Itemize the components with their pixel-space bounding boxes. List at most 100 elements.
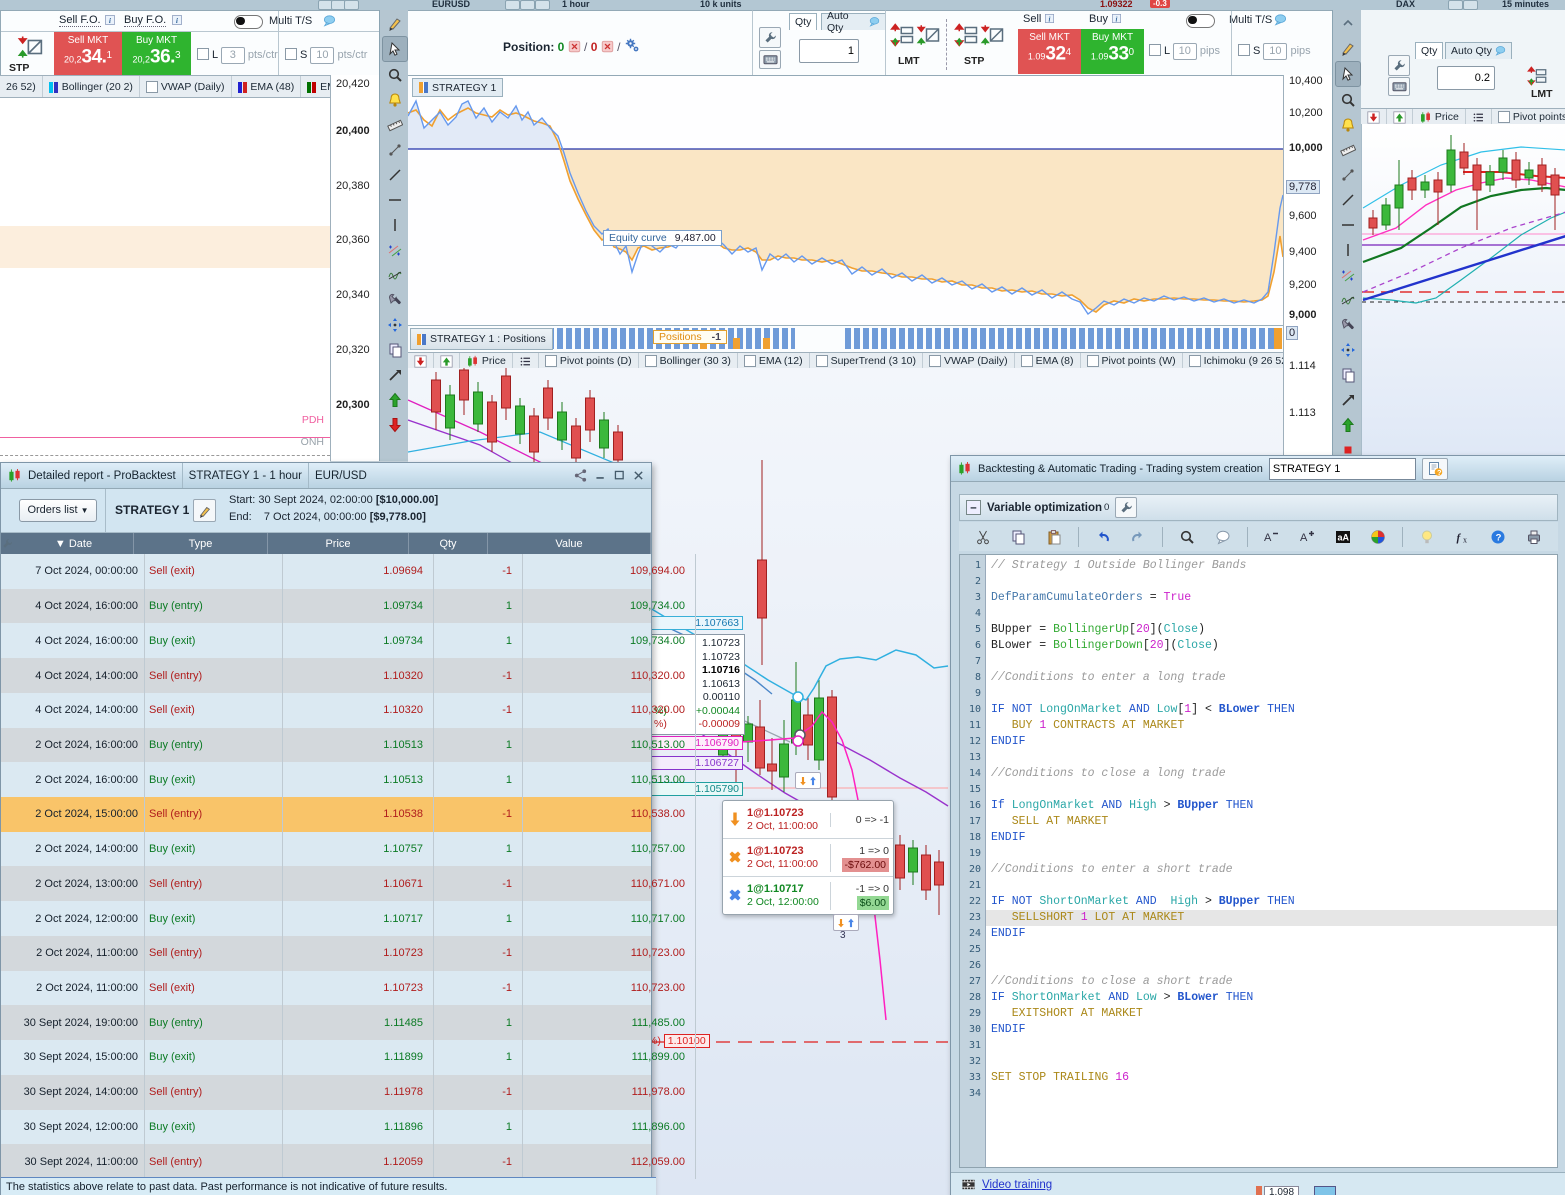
report-table-header[interactable]: ▼ Date Type Price Qty Value — [1, 533, 651, 554]
strategy-name-input[interactable] — [1268, 457, 1416, 480]
close-icon[interactable] — [632, 469, 645, 483]
magnify-icon[interactable] — [383, 63, 407, 87]
trade-marker[interactable] — [795, 772, 821, 789]
positions-strip[interactable]: STRATEGY 1 : Positions Positions -1 — [408, 325, 1283, 354]
window-close-icon[interactable] — [344, 0, 359, 10]
move-icon[interactable] — [383, 313, 407, 337]
limit-order-icon[interactable] — [890, 23, 914, 48]
channel-icon[interactable] — [383, 238, 407, 262]
help-icon[interactable]: ? — [1487, 526, 1509, 548]
code-line[interactable] — [986, 606, 1557, 622]
price-legend[interactable]: Price — [1413, 109, 1466, 125]
info-icon[interactable]: i — [1044, 13, 1055, 25]
cursor-icon[interactable] — [1334, 61, 1361, 87]
indicator-checkbox[interactable] — [644, 355, 657, 367]
segment-icon[interactable] — [1336, 163, 1360, 187]
strategy-tab[interactable]: STRATEGY 1 — [412, 78, 504, 97]
scroll-up-icon[interactable] — [434, 353, 460, 369]
table-row[interactable]: 2 Oct 2024, 15:00:00 Sell (entry) 1.10538-… — [1, 797, 696, 832]
indicator-checkbox[interactable] — [743, 355, 756, 367]
code-line[interactable]: //Conditions to close a short trade — [986, 974, 1557, 990]
fontplus-icon[interactable]: A — [1296, 526, 1318, 548]
column-header-date[interactable]: ▼ Date — [14, 533, 134, 554]
arrowne-icon[interactable] — [1336, 388, 1360, 412]
help-doc-icon[interactable]: ? — [1421, 457, 1448, 480]
code-line[interactable]: If LongOnMarket AND High > BUpper THEN — [986, 798, 1557, 814]
code-line[interactable]: IF NOT LongOnMarket AND Low[1] < BLower … — [986, 702, 1557, 718]
code-line[interactable]: EXITSHORT AT MARKET — [986, 1006, 1557, 1022]
indicator-item[interactable]: EMA — [301, 76, 330, 98]
table-row[interactable]: 7 Oct 2024, 00:00:00 Sell (exit) 1.09694 -1… — [1, 554, 696, 589]
video-training-link[interactable]: Video training — [982, 1179, 1052, 1191]
table-row[interactable]: 4 Oct 2024, 14:00:00 Sell (entry) 1.10320-… — [1, 658, 696, 693]
code-editor[interactable]: 1 2 3 4 5 6 7 8 9 10 11 12 13 14 15 16 17 18 19 20 21 22 23 24 2… — [959, 554, 1558, 1168]
ruler-icon[interactable] — [383, 113, 407, 137]
info-icon[interactable]: i — [171, 14, 183, 27]
copydoc-icon[interactable] — [1007, 526, 1029, 548]
chevup-icon[interactable] — [1336, 11, 1360, 35]
up-green-icon[interactable] — [383, 388, 407, 412]
collapse-icon[interactable]: – — [966, 500, 981, 515]
stop-checkbox[interactable] — [285, 48, 297, 60]
minimize-icon[interactable] — [594, 469, 607, 483]
limit-value-input[interactable]: 3 — [220, 47, 245, 64]
keyboard-icon[interactable] — [759, 50, 781, 69]
arrowne-icon[interactable] — [383, 363, 407, 387]
variable-optimization-bar[interactable]: – Variable optimization 0 — [959, 494, 1558, 521]
chat-bubble-icon[interactable] — [323, 14, 336, 28]
code-line[interactable] — [986, 878, 1557, 894]
multi-ts-toggle[interactable] — [234, 15, 263, 29]
position-settings-icon[interactable] — [624, 38, 640, 54]
stop-order-icon[interactable] — [17, 34, 43, 61]
price-legend[interactable]: Price — [460, 353, 513, 369]
chart-right[interactable] — [1361, 124, 1565, 455]
indicator-item[interactable]: Pivot points (W) — [1081, 353, 1183, 369]
code-line[interactable] — [986, 942, 1557, 958]
line-icon[interactable] — [383, 163, 407, 187]
tools-icon[interactable] — [383, 288, 407, 312]
up-green-icon[interactable] — [1336, 413, 1360, 437]
chart-left[interactable]: PDH ONH — [0, 97, 330, 462]
sell-fo-button[interactable]: Sell F.O. — [59, 14, 101, 27]
top-button[interactable] — [535, 0, 550, 10]
lmt-icon-dax[interactable] — [1527, 66, 1547, 87]
indicator-item[interactable]: Ichimoku (9 26 52) — [1183, 353, 1283, 369]
copy-icon[interactable] — [1336, 363, 1360, 387]
code-line[interactable] — [986, 782, 1557, 798]
scroll-down-icon[interactable] — [1361, 109, 1387, 125]
code-line[interactable] — [986, 846, 1557, 862]
stop-order-icon[interactable] — [954, 23, 978, 48]
code-line[interactable]: // Strategy 1 Outside Bollinger Bands — [986, 558, 1557, 574]
table-row[interactable]: 2 Oct 2024, 14:00:00 Buy (exit) 1.10757 1 11… — [1, 831, 696, 867]
fontminus-icon[interactable]: A — [1260, 526, 1282, 548]
limit-checkbox-fx[interactable] — [1149, 44, 1161, 56]
buy-market-button[interactable]: Buy MKT 20,236.3 — [122, 32, 191, 75]
keyboard-icon[interactable] — [1388, 77, 1410, 96]
column-header-price[interactable]: Price — [268, 533, 409, 554]
multi-ts-toggle-right[interactable] — [1186, 14, 1215, 28]
table-row[interactable]: 2 Oct 2024, 11:00:00 Sell (exit) 1.10723 -1… — [1, 970, 696, 1006]
indicator-item[interactable]: 26 52) — [0, 76, 43, 98]
table-row[interactable]: 4 Oct 2024, 16:00:00 Buy (exit) 1.09734 1 10… — [1, 623, 696, 659]
code-line[interactable]: BUY 1 CONTRACTS AT MARKET — [986, 718, 1557, 734]
scroll-down-icon[interactable] — [408, 353, 434, 369]
bulb-icon[interactable] — [1416, 526, 1438, 548]
sell-market-button-fx[interactable]: Sell MKT 1.09324 — [1018, 29, 1081, 74]
table-row[interactable]: 2 Oct 2024, 16:00:00 Buy (entry) 1.10513 1 1… — [1, 727, 696, 763]
indicator-checkbox[interactable] — [1020, 355, 1033, 367]
table-row[interactable]: 4 Oct 2024, 14:00:00 Sell (exit) 1.10320 -1… — [1, 692, 696, 728]
table-row[interactable]: 2 Oct 2024, 13:00:00 Sell (entry) 1.10671-… — [1, 866, 696, 902]
bell-icon[interactable] — [383, 88, 407, 112]
stop-order2-icon[interactable] — [980, 23, 1004, 48]
indicator-checkbox[interactable] — [1188, 355, 1201, 367]
paste-icon[interactable] — [1043, 526, 1065, 548]
table-row[interactable]: 30 Sept 2024, 14:00:00 Sell (entry) 1.1197… — [1, 1074, 696, 1110]
report-titlebar[interactable]: Detailed report - ProBacktest STRATEGY 1… — [1, 463, 651, 489]
close-position-icon[interactable] — [601, 40, 614, 54]
indicator-item[interactable]: SuperTrend (3 10) — [810, 353, 923, 369]
move-icon[interactable] — [1336, 338, 1360, 362]
info-icon[interactable]: i — [1111, 13, 1122, 25]
top-button[interactable] — [1463, 0, 1478, 10]
indicator-item[interactable]: VWAP (Daily) — [140, 76, 232, 98]
hline-icon[interactable] — [1336, 213, 1360, 237]
